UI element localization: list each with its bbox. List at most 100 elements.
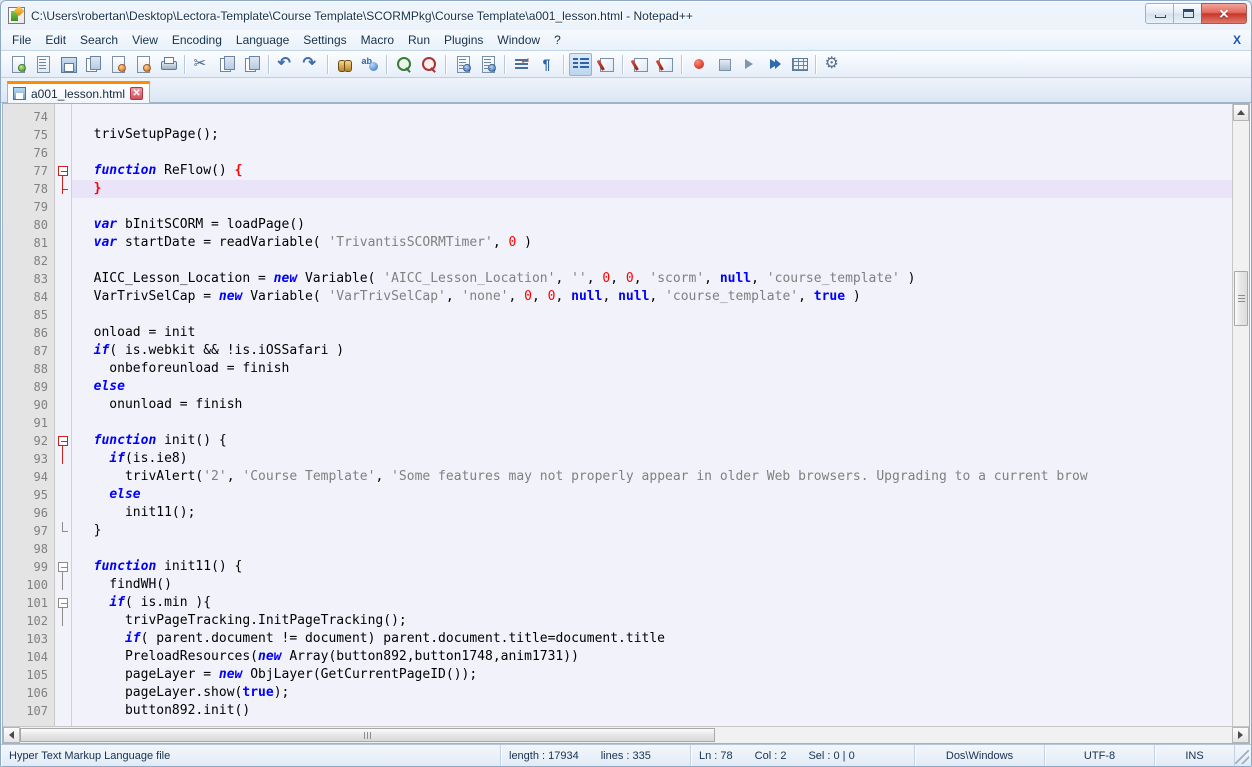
menu-item-encoding[interactable]: Encoding [165, 31, 229, 49]
horizontal-scroll-thumb[interactable] [20, 728, 715, 742]
menu-item-settings[interactable]: Settings [296, 31, 353, 49]
show-whitespace-button[interactable] [594, 53, 617, 76]
scroll-left-button[interactable] [3, 727, 20, 743]
vertical-scroll-thumb[interactable] [1234, 271, 1248, 326]
paste-button[interactable] [240, 53, 263, 76]
close-file-button[interactable] [106, 53, 129, 76]
save-all-button[interactable] [81, 53, 104, 76]
code-line[interactable]: pageLayer.show(true); [72, 684, 1232, 702]
redo-button[interactable] [299, 53, 322, 76]
menu-item-language[interactable]: Language [229, 31, 296, 49]
show-all-characters-button[interactable]: ¶ [535, 53, 558, 76]
code-line[interactable]: trivSetupPage(); [72, 126, 1232, 144]
menu-item-window[interactable]: Window [490, 31, 547, 49]
code-line[interactable]: if( is.webkit && !is.iOSSafari ) [72, 342, 1232, 360]
record-macro-button[interactable] [687, 53, 710, 76]
code-line[interactable]: function init() { [72, 432, 1232, 450]
code-line[interactable]: if( is.min ){ [72, 594, 1232, 612]
fold-cell[interactable] [55, 594, 71, 626]
fold-collapse-icon[interactable] [58, 436, 68, 446]
menu-item-run[interactable]: Run [401, 31, 437, 49]
code-line[interactable]: VarTrivSelCap = new Variable( 'VarTrivSe… [72, 288, 1232, 306]
scroll-up-button[interactable] [1233, 104, 1249, 121]
document-map-button[interactable] [653, 53, 676, 76]
code-line[interactable]: pageLayer = new ObjLayer(GetCurrentPageI… [72, 666, 1232, 684]
code-editor[interactable]: 74 75 76 77 78 79 80 81 82 83 84 85 86 87 88 89 90 91 92 93… [3, 104, 1249, 743]
fold-cell[interactable] [55, 522, 71, 540]
code-line[interactable]: trivAlert('2', 'Course Template', 'Some … [72, 468, 1232, 486]
code-line[interactable] [72, 306, 1232, 324]
code-text-area[interactable]: trivSetupPage(); function ReFlow() { } v… [71, 104, 1232, 743]
run-macro-multiple-button[interactable] [762, 53, 785, 76]
cut-button[interactable] [190, 53, 213, 76]
menu-item-edit[interactable]: Edit [38, 31, 73, 49]
minimize-button[interactable] [1145, 3, 1174, 24]
fold-collapse-icon[interactable] [58, 598, 68, 608]
vertical-scrollbar[interactable] [1232, 104, 1249, 743]
code-line[interactable] [72, 252, 1232, 270]
sync-vertical-scroll-button[interactable] [451, 53, 474, 76]
menu-item-macro[interactable]: Macro [354, 31, 401, 49]
open-file-button[interactable] [31, 53, 54, 76]
fold-cell[interactable] [55, 432, 71, 464]
code-line[interactable]: if(is.ie8) [72, 450, 1232, 468]
code-line[interactable]: var startDate = readVariable( 'Trivantis… [72, 234, 1232, 252]
code-line[interactable]: AICC_Lesson_Location = new Variable( 'AI… [72, 270, 1232, 288]
zoom-in-button[interactable] [392, 53, 415, 76]
code-line[interactable] [72, 414, 1232, 432]
scroll-right-button[interactable] [1232, 727, 1249, 743]
close-button[interactable]: ✕ [1201, 3, 1247, 24]
code-line[interactable]: else [72, 378, 1232, 396]
code-line[interactable] [72, 198, 1232, 216]
indent-guideline-button[interactable] [569, 52, 592, 76]
code-line[interactable]: else [72, 486, 1232, 504]
menu-item-search[interactable]: Search [73, 31, 125, 49]
code-line[interactable]: PreloadResources(new Array(button892,but… [72, 648, 1232, 666]
fold-cell[interactable] [55, 180, 71, 198]
code-line[interactable]: init11(); [72, 504, 1232, 522]
fold-collapse-icon[interactable] [58, 166, 68, 176]
run-button[interactable] [821, 53, 844, 76]
replace-button[interactable] [358, 53, 381, 76]
code-line[interactable]: button892.init() [72, 702, 1232, 720]
menu-item-plugins[interactable]: Plugins [437, 31, 490, 49]
code-line[interactable] [72, 144, 1232, 162]
save-button[interactable] [56, 53, 79, 76]
undo-button[interactable] [274, 53, 297, 76]
code-line[interactable]: onunload = finish [72, 396, 1232, 414]
code-line[interactable]: onbeforeunload = finish [72, 360, 1232, 378]
stop-macro-button[interactable] [712, 53, 735, 76]
menu-item-view[interactable]: View [125, 31, 165, 49]
print-button[interactable] [156, 53, 179, 76]
code-line[interactable]: trivPageTracking.InitPageTracking(); [72, 612, 1232, 630]
fold-margin[interactable] [55, 104, 71, 743]
code-line[interactable] [72, 540, 1232, 558]
menu-item-file[interactable]: File [5, 31, 38, 49]
fold-cell[interactable] [55, 558, 71, 590]
maximize-button[interactable] [1173, 3, 1202, 24]
new-file-button[interactable] [6, 53, 29, 76]
code-line[interactable]: } [72, 522, 1232, 540]
code-line[interactable]: function init11() { [72, 558, 1232, 576]
tab-a001-lesson-html[interactable]: a001_lesson.html ✕ [7, 81, 151, 103]
fold-collapse-icon[interactable] [58, 562, 68, 572]
tab-close-icon[interactable]: ✕ [130, 87, 144, 100]
find-button[interactable] [333, 53, 356, 76]
code-line[interactable] [72, 108, 1232, 126]
code-line[interactable]: findWH() [72, 576, 1232, 594]
vertical-scroll-track[interactable] [1233, 121, 1249, 726]
fold-cell[interactable] [55, 162, 71, 194]
code-line[interactable]: var bInitSCORM = loadPage() [72, 216, 1232, 234]
resize-grip-icon[interactable] [1235, 750, 1249, 764]
menu-item-help[interactable]: ? [547, 31, 568, 49]
close-document-button[interactable]: X [1233, 33, 1241, 47]
sync-horizontal-scroll-button[interactable] [476, 53, 499, 76]
code-line-current[interactable]: } [72, 180, 1232, 198]
save-macro-button[interactable] [787, 53, 810, 76]
play-macro-button[interactable] [737, 53, 760, 76]
code-line[interactable]: if( parent.document != document) parent.… [72, 630, 1232, 648]
zoom-out-button[interactable] [417, 53, 440, 76]
horizontal-scrollbar[interactable] [3, 726, 1249, 743]
horizontal-scroll-track[interactable] [20, 727, 1232, 743]
code-line[interactable]: onload = init [72, 324, 1232, 342]
